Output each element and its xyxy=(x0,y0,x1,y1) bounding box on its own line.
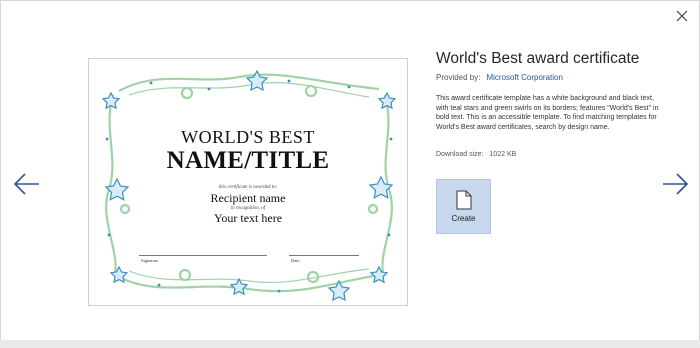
download-size-label: Download size: xyxy=(436,151,484,158)
date-label: Date xyxy=(291,258,300,263)
template-description: This award certificate template has a wh… xyxy=(436,95,659,131)
previous-template-button[interactable] xyxy=(12,170,42,198)
arrow-right-icon xyxy=(663,173,689,195)
create-button-label: Create xyxy=(451,214,476,223)
certificate-awarded-to: this certificate is awarded to: xyxy=(218,185,278,190)
download-size: Download size: 1022 KB xyxy=(436,151,516,158)
certificate-your-text: Your text here xyxy=(213,211,283,225)
arrow-left-icon xyxy=(13,173,39,195)
document-icon xyxy=(456,190,472,210)
certificate-name-title: NAME/TITLE xyxy=(166,147,330,174)
template-preview-image: WORLD'S BEST NAME/TITLE this certificate… xyxy=(88,58,408,306)
template-title: World's Best award certificate xyxy=(436,50,640,67)
download-size-value: 1022 KB xyxy=(489,151,517,158)
close-icon xyxy=(676,10,688,22)
certificate-heading: WORLD'S BEST xyxy=(181,127,315,147)
template-details: World's Best award certificate Provided … xyxy=(436,50,676,158)
provider-link[interactable]: Microsoft Corporation xyxy=(486,73,562,82)
provided-by: Provided by: Microsoft Corporation xyxy=(436,73,563,82)
certificate-recipient: Recipient name xyxy=(210,191,286,205)
provided-by-label: Provided by: xyxy=(436,73,481,82)
dialog-bottom-strip xyxy=(0,340,700,348)
close-button[interactable] xyxy=(674,8,690,24)
date-line xyxy=(289,255,359,256)
certificate-border xyxy=(101,69,397,302)
signature-label: Signature xyxy=(141,258,159,263)
next-template-button[interactable] xyxy=(660,170,690,198)
create-button[interactable]: Create xyxy=(436,179,491,234)
signature-line xyxy=(139,255,267,256)
